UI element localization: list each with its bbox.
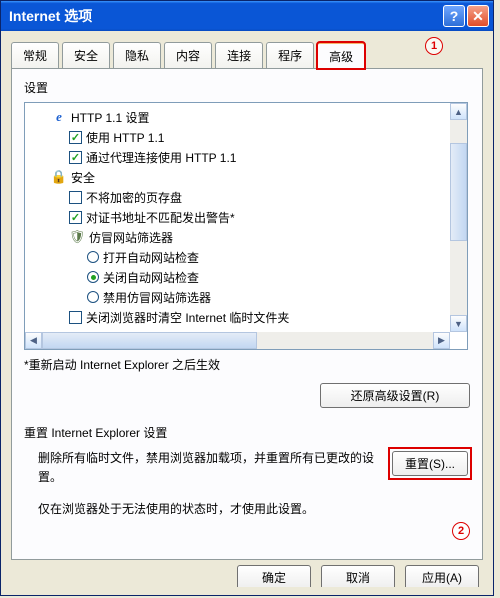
radio-icon[interactable] [87,291,99,303]
tab-security[interactable]: 安全 [62,42,110,69]
annotation-1: 1 [425,37,443,55]
scroll-up-icon[interactable]: ▲ [450,103,467,120]
lock-icon: 🔒 [51,169,67,185]
tree-label: 对证书地址不匹配发出警告* [86,209,235,226]
tree-item[interactable]: 禁用仿冒网站筛选器 [33,287,463,307]
tree-category-security: 🔒 安全 [33,167,463,187]
tree-item[interactable]: 打开自动网站检查 [33,247,463,267]
tree-label: 不将加密的页存盘 [86,189,182,206]
scroll-right-icon[interactable]: ▶ [433,332,450,349]
tree-label: 使用 HTTP 1.1 [86,129,164,146]
scroll-thumb[interactable] [42,332,257,349]
tree-label: 通过代理连接使用 HTTP 1.1 [86,149,236,166]
tree-label: 安全 [71,169,95,186]
tab-general[interactable]: 常规 [11,42,59,69]
tree-label: 禁用仿冒网站筛选器 [103,289,211,306]
tab-advanced[interactable]: 高级 [317,42,365,69]
checkbox-icon[interactable] [69,311,82,324]
vertical-scrollbar[interactable]: ▲ ▼ [450,103,467,332]
tree-category-phishing: 🛡 仿冒网站筛选器 [33,227,463,247]
ie-icon: e [51,109,67,125]
radio-icon[interactable] [87,271,99,283]
restore-defaults-button[interactable]: 还原高级设置(R) [320,383,470,408]
checkbox-icon[interactable]: ✓ [69,151,82,164]
window-title: Internet 选项 [9,6,443,26]
tree-item[interactable]: 不将加密的页存盘 [33,187,463,207]
reset-section-title: 重置 Internet Explorer 设置 [24,424,470,441]
tree-label: 关闭浏览器时清空 Internet 临时文件夹 [86,309,289,326]
tree-item[interactable]: 关闭自动网站检查 [33,267,463,287]
tab-content[interactable]: 内容 [164,42,212,69]
tab-privacy[interactable]: 隐私 [113,42,161,69]
scroll-thumb[interactable] [450,143,467,241]
tab-programs[interactable]: 程序 [266,42,314,69]
tab-bar: 常规 安全 隐私 内容 连接 程序 高级 [1,31,493,68]
restart-note: *重新启动 Internet Explorer 之后生效 [24,356,470,373]
checkbox-icon[interactable]: ✓ [69,131,82,144]
settings-tree[interactable]: e HTTP 1.1 设置 ✓ 使用 HTTP 1.1 ✓ 通过代理连接使用 H… [24,102,468,350]
close-button[interactable]: ✕ [467,5,489,27]
tab-connections[interactable]: 连接 [215,42,263,69]
tree-item[interactable]: ✓ 检查发行商的证书是否吊销 [33,327,463,331]
checkbox-icon[interactable]: ✓ [69,211,82,224]
settings-group-label: 设置 [24,79,470,96]
tree-item[interactable]: 关闭浏览器时清空 Internet 临时文件夹 [33,307,463,327]
reset-section: 重置 Internet Explorer 设置 删除所有临时文件，禁用浏览器加载… [24,424,470,518]
shield-icon: 🛡 [69,229,85,245]
tree-item[interactable]: ✓ 通过代理连接使用 HTTP 1.1 [33,147,463,167]
help-button[interactable]: ? [443,5,465,27]
advanced-panel: 设置 e HTTP 1.1 设置 ✓ 使用 HTTP 1.1 ✓ 通过代理连接使… [11,68,483,560]
tree-item[interactable]: ✓ 使用 HTTP 1.1 [33,127,463,147]
tree-category-http: e HTTP 1.1 设置 [33,107,463,127]
tree-label: HTTP 1.1 设置 [71,109,149,126]
scroll-left-icon[interactable]: ◀ [25,332,42,349]
reset-button[interactable]: 重置(S)... [392,451,468,476]
annotation-2: 2 [452,522,470,540]
reset-description: 删除所有临时文件，禁用浏览器加载项，并重置所有已更改的设置。 [24,449,376,486]
tree-label: 打开自动网站检查 [103,249,199,266]
checkbox-icon[interactable]: ✓ [69,331,82,332]
internet-options-dialog: Internet 选项 ? ✕ 1 常规 安全 隐私 内容 连接 程序 高级 设… [0,0,494,596]
titlebar[interactable]: Internet 选项 ? ✕ [1,1,493,31]
checkbox-icon[interactable] [69,191,82,204]
scroll-down-icon[interactable]: ▼ [450,315,467,332]
horizontal-scrollbar[interactable]: ◀ ▶ [25,332,450,349]
tree-label: 检查发行商的证书是否吊销 [86,329,230,332]
reset-footnote: 仅在浏览器处于无法使用的状态时，才使用此设置。 [24,500,470,518]
radio-icon[interactable] [87,251,99,263]
tree-label: 关闭自动网站检查 [103,269,199,286]
tree-item[interactable]: ✓ 对证书地址不匹配发出警告* [33,207,463,227]
tree-label: 仿冒网站筛选器 [89,229,173,246]
